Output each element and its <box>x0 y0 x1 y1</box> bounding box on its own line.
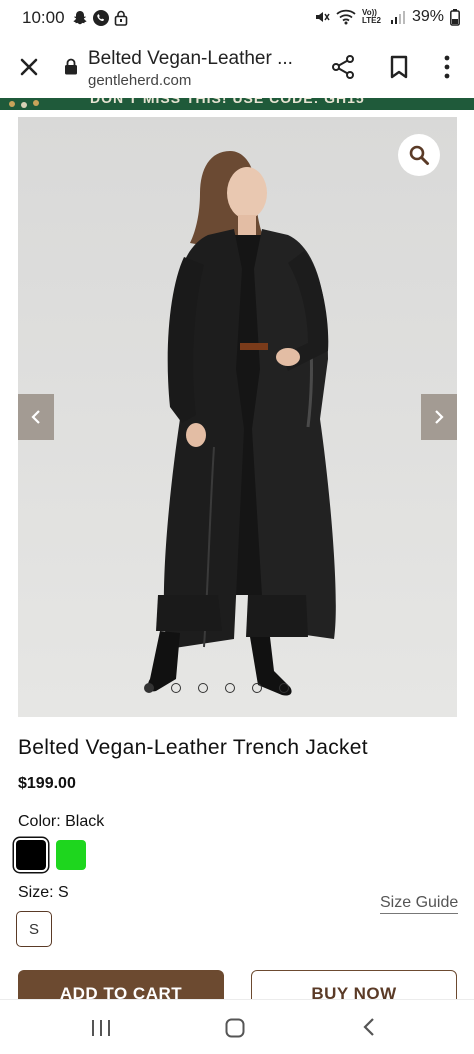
chevron-left-icon <box>31 410 40 424</box>
kebab-menu-icon <box>444 55 450 79</box>
product-price: $199.00 <box>18 775 76 792</box>
wifi-icon <box>336 9 356 25</box>
status-time: 10:00 <box>22 8 65 27</box>
size-label-text: Size <box>18 884 50 901</box>
gallery-dot[interactable] <box>252 683 262 693</box>
battery-icon <box>450 8 460 26</box>
volte-icon: Vo)) LTE2 <box>361 8 381 25</box>
zoom-button[interactable] <box>398 134 440 176</box>
model-in-trench-coat-image <box>18 117 457 717</box>
color-label: Color: Black <box>18 813 104 831</box>
gallery-dot[interactable] <box>225 683 235 693</box>
product-name: Belted Vegan-Leather Trench Jacket <box>18 736 368 759</box>
status-bar: 10:00 Vo)) LTE2 39% <box>0 0 474 36</box>
system-navigation-bar <box>0 999 474 1054</box>
chevron-right-icon <box>435 410 444 424</box>
snapchat-icon <box>73 11 87 25</box>
more-options-button[interactable] <box>440 54 454 85</box>
lock-icon <box>65 58 77 75</box>
home-button[interactable] <box>224 1017 246 1044</box>
recents-icon <box>92 1020 110 1036</box>
close-tab-button[interactable] <box>14 52 44 82</box>
holiday-decoration-icon <box>9 100 39 108</box>
color-label-text: Color <box>18 813 57 830</box>
next-image-button[interactable] <box>421 394 457 440</box>
gallery-dots <box>144 683 289 693</box>
product-image-gallery[interactable] <box>18 117 457 717</box>
size-option-s[interactable]: S <box>16 911 52 947</box>
size-guide-link[interactable]: Size Guide <box>380 894 459 914</box>
bookmark-button[interactable] <box>388 55 410 84</box>
color-swatch-black[interactable] <box>16 840 46 870</box>
home-icon <box>225 1018 245 1038</box>
promo-text: DON'T MISS THIS! USE CODE: GH15 <box>90 98 365 106</box>
share-icon <box>332 55 354 79</box>
signal-icon <box>390 11 405 24</box>
selected-size-value: : S <box>49 884 69 901</box>
secure-icon <box>114 10 128 26</box>
back-button[interactable] <box>360 1016 378 1043</box>
battery-percent: 39% <box>411 8 444 25</box>
previous-image-button[interactable] <box>18 394 54 440</box>
back-icon <box>363 1018 374 1036</box>
gallery-dot[interactable] <box>171 683 181 693</box>
size-label: Size: S <box>18 884 69 902</box>
color-swatch-green[interactable] <box>56 840 86 870</box>
gallery-dot[interactable] <box>198 683 208 693</box>
mute-icon <box>315 12 330 22</box>
gallery-dot[interactable] <box>279 683 289 693</box>
share-button[interactable] <box>330 54 356 85</box>
magnifier-icon <box>409 145 429 165</box>
promo-banner[interactable]: DON'T MISS THIS! USE CODE: GH15 <box>0 98 474 110</box>
page-title[interactable]: Belted Vegan-Leather ... <box>88 48 293 70</box>
bookmark-icon <box>390 55 408 79</box>
close-icon <box>20 58 38 76</box>
recents-button[interactable] <box>90 1018 112 1043</box>
browser-toolbar: Belted Vegan-Leather ... gentleherd.com <box>0 38 474 98</box>
selected-color-value: : Black <box>56 813 105 830</box>
page-domain[interactable]: gentleherd.com <box>88 72 191 89</box>
gallery-dot[interactable] <box>144 683 154 693</box>
whatsapp-icon <box>93 10 109 26</box>
